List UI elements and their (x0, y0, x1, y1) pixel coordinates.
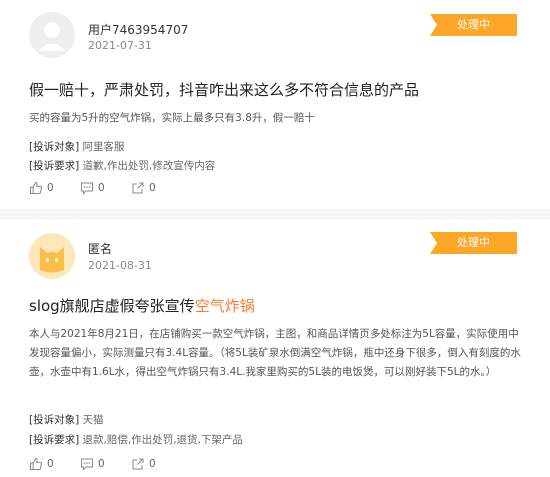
complaint-demand: [投诉要求] 退款,赔偿,作出处罚,退货,下架产品 (29, 432, 243, 447)
complaint-demand: [投诉要求] 道歉,作出处罚,修改宣传内容 (29, 158, 215, 173)
user-name[interactable]: 匿名 (88, 240, 112, 257)
target-label: [投诉对象] (29, 414, 80, 426)
like-button[interactable]: 0 (29, 457, 54, 471)
demand-value: 退款,赔偿,作出处罚,退货,下架产品 (82, 434, 243, 446)
title-text: slog旗舰店虚假夸张宣传 (29, 297, 195, 315)
share-icon (132, 458, 144, 470)
avatar[interactable] (29, 12, 75, 58)
divider (0, 209, 550, 219)
comment-button[interactable]: 0 (80, 457, 105, 471)
avatar[interactable] (29, 233, 75, 279)
status-badge: 处理中 (430, 232, 517, 254)
share-button[interactable]: 0 (131, 457, 156, 471)
comment-button[interactable]: 0 (80, 181, 105, 195)
target-value: 天猫 (82, 414, 104, 426)
demand-label: [投诉要求] (29, 434, 80, 446)
user-name[interactable]: 用户7463954707 (88, 21, 188, 38)
complaint-title[interactable]: slog旗舰店虚假夸张宣传空气炸锅 (29, 295, 255, 316)
complaint-card[interactable]: 用户7463954707 2021-07-31 处理中 假一赔十，严肃处罚，抖音… (0, 0, 550, 220)
share-count: 0 (149, 182, 156, 194)
complaint-target: [投诉对象] 天猫 (29, 412, 104, 427)
thumbs-up-icon (30, 457, 42, 470)
status-badge: 处理中 (430, 14, 517, 36)
target-value: 阿里客服 (82, 141, 125, 153)
like-count: 0 (47, 182, 54, 194)
share-count: 0 (149, 458, 156, 470)
complaint-summary: 买的容量为5升的空气炸锅，实际上最多只有3.8升，假一赔十 (29, 112, 315, 124)
post-date: 2021-07-31 (88, 39, 152, 52)
complaint-summary: 本人与2021年8月21日，在店铺购买一款空气炸锅，主图，和商品详情页多处标注为… (29, 328, 521, 378)
comment-count: 0 (98, 458, 105, 470)
complaint-card[interactable]: 匿名 2021-08-31 处理中 slog旗舰店虚假夸张宣传空气炸锅 本人与2… (0, 219, 550, 477)
user-icon (38, 22, 66, 51)
complaint-title[interactable]: 假一赔十，严肃处罚，抖音咋出来这么多不符合信息的产品 (29, 79, 419, 100)
share-button[interactable]: 0 (131, 181, 156, 195)
demand-label: [投诉要求] (29, 160, 80, 172)
demand-value: 道歉,作出处罚,修改宣传内容 (82, 160, 216, 172)
like-button[interactable]: 0 (29, 181, 54, 195)
thumbs-up-icon (30, 181, 42, 194)
comment-count: 0 (98, 182, 105, 194)
title-accent: 空气炸锅 (194, 297, 255, 315)
title-text: 假一赔十，严肃处罚，抖音咋出来这么多不符合信息的产品 (29, 81, 420, 99)
cat-icon (40, 247, 64, 273)
target-label: [投诉对象] (29, 141, 80, 153)
comment-icon (81, 182, 93, 195)
like-count: 0 (47, 458, 54, 470)
post-date: 2021-08-31 (88, 259, 152, 272)
complaint-target: [投诉对象] 阿里客服 (29, 139, 125, 154)
comment-icon (81, 458, 93, 471)
share-icon (132, 182, 144, 194)
